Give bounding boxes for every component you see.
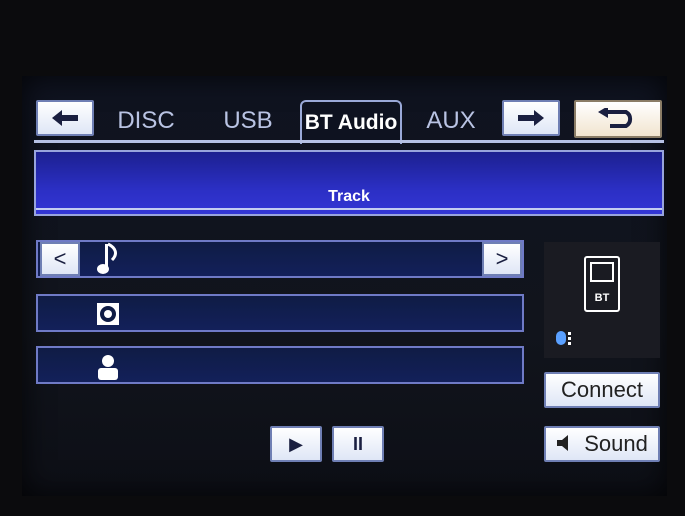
sound-button[interactable]: Sound — [544, 426, 660, 462]
bluetooth-device-panel: BT — [544, 242, 660, 358]
music-note-icon — [96, 242, 122, 281]
phone-screen — [590, 262, 614, 282]
sound-button-label: Sound — [584, 431, 648, 456]
track-display: Track — [34, 150, 664, 216]
tab-divider — [34, 140, 664, 143]
play-button[interactable]: ▶ — [270, 426, 322, 462]
back-button[interactable] — [574, 100, 662, 138]
right-arrow-icon — [518, 110, 544, 126]
tab-scroll-right-button[interactable] — [502, 100, 560, 136]
disc-icon — [96, 302, 120, 331]
next-track-button[interactable]: > — [482, 242, 522, 276]
bluetooth-dot — [556, 331, 566, 345]
phone-bt-badge: BT — [594, 292, 610, 304]
return-icon — [598, 108, 633, 128]
speaker-icon — [556, 431, 574, 457]
previous-track-button[interactable]: < — [40, 242, 80, 276]
phone-icon: BT — [584, 256, 620, 312]
tab-scroll-left-button[interactable] — [36, 100, 94, 136]
left-arrow-icon — [52, 110, 78, 126]
tab-bt-audio[interactable]: BT Audio — [300, 100, 402, 144]
track-label: Track — [328, 188, 370, 205]
bluetooth-icon — [556, 330, 576, 346]
tab-disc[interactable]: DISC — [112, 104, 180, 138]
person-icon — [96, 354, 120, 385]
signal-bars — [568, 331, 571, 345]
track-underline — [36, 208, 662, 210]
connect-button[interactable]: Connect — [544, 372, 660, 408]
pause-button[interactable]: II — [332, 426, 384, 462]
tab-usb[interactable]: USB — [216, 104, 280, 138]
tab-aux[interactable]: AUX — [416, 104, 486, 138]
